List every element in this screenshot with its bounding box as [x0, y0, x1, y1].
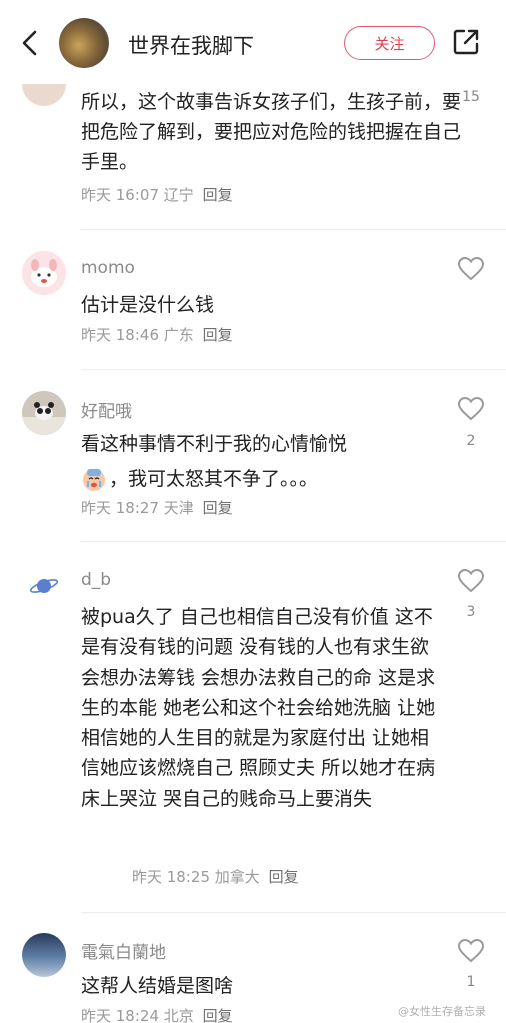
comment-time: 昨天 18:25 — [132, 868, 210, 886]
comment-time: 昨天 16:07 — [81, 186, 159, 204]
comment-text: 所以，这个故事告诉女孩子们，生孩子前，要把危险了解到，要把应对危险的钱把握在自己… — [81, 91, 462, 173]
back-arrow-icon — [22, 30, 37, 56]
like-count: 3 — [466, 604, 476, 620]
reply-button[interactable]: 回复 — [269, 868, 299, 886]
comment-author[interactable]: d_b — [81, 570, 111, 590]
reply-button[interactable]: 回复 — [203, 499, 233, 517]
follow-button[interactable]: 关注 — [344, 26, 435, 60]
top-bar: 世界在我脚下 关注 — [0, 0, 506, 84]
divider — [81, 229, 506, 230]
avatar[interactable] — [22, 251, 66, 295]
share-icon[interactable] — [451, 27, 481, 57]
like-count: 15 — [462, 89, 480, 105]
comment-location: 天津 — [163, 499, 194, 517]
comment-author[interactable]: 好配哦 — [81, 397, 132, 422]
page-title[interactable]: 世界在我脚下 — [128, 30, 254, 60]
avatar-image — [22, 251, 66, 295]
comment-meta: 昨天 18:25 加拿大 回复 — [132, 866, 299, 887]
crying-emoji-icon — [81, 466, 107, 492]
comment-feed: 所以，这个故事告诉女孩子们，生孩子前，要把危险了解到，要把应对危险的钱把握在自己… — [0, 0, 506, 1023]
avatar[interactable] — [22, 933, 66, 977]
comment-meta: 昨天 18:24 北京 回复 — [81, 1005, 233, 1023]
comment-location: 辽宁 — [163, 186, 194, 204]
reply-button[interactable]: 回复 — [203, 186, 233, 204]
comment-location: 广东 — [163, 326, 194, 344]
like-count: 1 — [466, 974, 476, 990]
comment-text-line1: 看这种事情不利于我的心情愉悦 — [81, 433, 348, 455]
watermark: @女性生存备忘录 — [398, 1005, 486, 1018]
comment-location: 加拿大 — [214, 868, 260, 886]
author-avatar[interactable] — [59, 18, 109, 68]
comment-author[interactable]: 電氣白蘭地 — [81, 938, 166, 963]
comment-time: 昨天 18:46 — [81, 326, 159, 344]
divider — [81, 912, 506, 913]
avatar-image — [22, 391, 66, 435]
like-count: 2 — [466, 433, 476, 449]
like-icon[interactable] — [457, 568, 485, 593]
comment-location: 北京 — [163, 1007, 194, 1023]
comment-text: 这帮人结婚是图啥 — [81, 975, 234, 997]
comment-author[interactable]: momo — [81, 258, 135, 278]
like-icon[interactable] — [457, 396, 485, 421]
comment-meta: 昨天 18:46 广东 回复 — [81, 324, 233, 345]
like-icon[interactable] — [457, 256, 485, 281]
reply-button[interactable]: 回复 — [203, 326, 233, 344]
comment-time: 昨天 18:24 — [81, 1007, 159, 1023]
reply-button[interactable]: 回复 — [203, 1007, 233, 1023]
comment-text: 被pua久了 自己也相信自己没有价值 这不是有没有钱的问题 没有钱的人也有求生欲… — [81, 606, 436, 810]
back-button[interactable] — [14, 26, 44, 60]
comment-meta: 昨天 16:07 辽宁 回复 — [81, 184, 233, 205]
divider — [81, 541, 506, 542]
comment-text-line2: ，我可太怒其不争了。。。 — [109, 468, 319, 490]
comment-text-line2-row: ，我可太怒其不争了。。。 — [81, 464, 441, 494]
avatar[interactable] — [22, 391, 66, 435]
like-icon[interactable] — [457, 938, 485, 963]
comment-time: 昨天 18:27 — [81, 499, 159, 517]
avatar[interactable] — [22, 564, 66, 608]
comment-text: 估计是没什么钱 — [81, 294, 215, 316]
avatar-image — [29, 579, 59, 593]
comment-meta: 昨天 18:27 天津 回复 — [81, 497, 233, 518]
divider — [81, 369, 506, 370]
